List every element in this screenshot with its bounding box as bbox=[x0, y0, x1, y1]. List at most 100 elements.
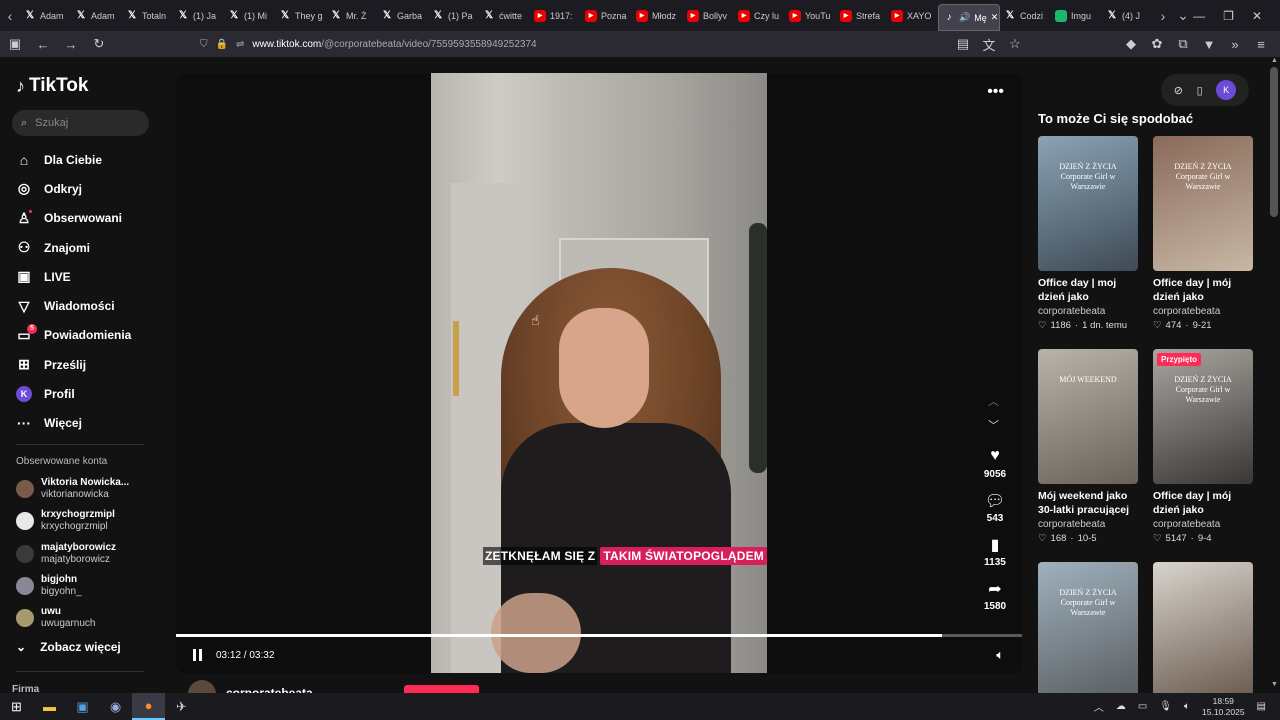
scroll-up-icon[interactable]: ▲ bbox=[1271, 57, 1278, 64]
save-button[interactable]: ▮ 1135 bbox=[984, 535, 1006, 579]
translate-icon[interactable]: 文 bbox=[982, 35, 996, 54]
reload-icon[interactable]: ↻ bbox=[92, 36, 106, 52]
sidebar-item-prześlij[interactable]: ⊞ Prześlij bbox=[16, 350, 156, 379]
tab[interactable]: 𝕏ćwitte bbox=[479, 0, 530, 31]
search-input[interactable]: ⌕ Szukaj bbox=[12, 110, 149, 136]
video-thumbnail[interactable]: MÓJ WEEKEND bbox=[1038, 349, 1138, 484]
tab[interactable]: 𝕏 Adam bbox=[20, 0, 71, 31]
tab[interactable]: Imgu bbox=[1051, 0, 1102, 31]
tab[interactable]: ▶ Młodz bbox=[632, 0, 683, 31]
recommendation-card[interactable]: DZIEŃ Z ŻYCIA Corporate Girl w Warszawie bbox=[1038, 562, 1138, 693]
share-button[interactable]: ➦ 1580 bbox=[984, 579, 1006, 623]
steam-icon[interactable]: ◉ bbox=[99, 693, 132, 720]
firefox-icon[interactable]: ● bbox=[132, 693, 165, 720]
forward-icon[interactable]: → bbox=[64, 37, 78, 52]
recommendation-card[interactable] bbox=[1153, 562, 1253, 693]
pocket-icon[interactable]: ▼ bbox=[1202, 37, 1216, 52]
sidebar-item-live[interactable]: ▣ LIVE bbox=[16, 262, 156, 291]
company-link[interactable]: Firma bbox=[12, 684, 39, 693]
author-avatar[interactable] bbox=[188, 679, 216, 693]
volume-icon[interactable]: 🔈︎ bbox=[996, 647, 1004, 663]
tab[interactable]: 𝕏 (1) Mi bbox=[224, 0, 275, 31]
tab-scroll-left-icon[interactable]: ‹ bbox=[0, 0, 20, 31]
microphone-icon[interactable]: 🎙︎ bbox=[1159, 701, 1172, 712]
coins-icon[interactable]: ⊘ bbox=[1174, 84, 1183, 97]
sidebar-item-wiadomości[interactable]: ▽ Wiadomości bbox=[16, 291, 156, 320]
tab-scroll-right-icon[interactable]: › bbox=[1153, 0, 1173, 31]
extensions-icon[interactable]: ⧉ bbox=[1176, 36, 1190, 52]
close-tab-icon[interactable]: ✕ bbox=[991, 12, 999, 23]
video-frame[interactable]: ZETKNĘŁAM SIĘ Z TAKIM ŚWIATOPOGLĄDEM bbox=[431, 73, 767, 673]
start-icon[interactable]: ⊞ bbox=[0, 693, 33, 720]
tab[interactable]: ▶ Bollyv bbox=[683, 0, 734, 31]
tab[interactable]: ▶ Strefa bbox=[836, 0, 887, 31]
tab[interactable]: 𝕏 Totaln bbox=[122, 0, 173, 31]
tab-active[interactable]: ♪ 🔊 Mę ✕ bbox=[938, 4, 1000, 31]
profile-avatar[interactable]: K bbox=[1216, 80, 1237, 100]
phone-app-icon[interactable]: ▯ bbox=[1197, 84, 1203, 97]
tiktok-logo[interactable]: ♪ TikTok bbox=[16, 75, 88, 97]
overflow-icon[interactable]: » bbox=[1228, 37, 1242, 52]
permissions-icon[interactable]: ⇌ bbox=[236, 39, 244, 50]
sidebar-item-powiadomienia[interactable]: ▭ 5 Powiadomienia bbox=[16, 321, 156, 350]
cloud-icon[interactable]: ☁ bbox=[1116, 701, 1126, 712]
comment-button[interactable]: 💬︎ 543 bbox=[985, 491, 1005, 535]
video-thumbnail[interactable]: DZIEŃ Z ŻYCIA Corporate Girl w Warszawie bbox=[1153, 136, 1253, 271]
followed-account[interactable]: bigjohn bigyohn_ bbox=[16, 570, 156, 602]
shield-icon[interactable]: ⛉ bbox=[200, 39, 208, 50]
app-icon[interactable]: ✈ bbox=[165, 693, 198, 720]
tab[interactable]: 𝕏 Adam bbox=[71, 0, 122, 31]
minimize-icon[interactable]: — bbox=[1193, 9, 1205, 23]
sidebar-item-odkryj[interactable]: ◎ Odkryj bbox=[16, 174, 156, 203]
tab[interactable]: 𝕏 Garba bbox=[377, 0, 428, 31]
close-window-icon[interactable]: ✕ bbox=[1252, 9, 1262, 23]
follow-button[interactable] bbox=[404, 685, 479, 693]
extension-icon[interactable]: ✿ bbox=[1150, 36, 1164, 52]
network-icon[interactable]: ▭ bbox=[1138, 701, 1147, 712]
bookmark-star-icon[interactable]: ☆ bbox=[1008, 36, 1022, 52]
video-progress-bar[interactable] bbox=[176, 634, 1022, 637]
pause-icon[interactable] bbox=[193, 649, 202, 661]
sidebar-item-znajomi[interactable]: ⚇ Znajomi bbox=[16, 233, 156, 262]
tab[interactable]: ▶ 1917: bbox=[530, 0, 581, 31]
video-thumbnail[interactable] bbox=[1153, 562, 1253, 693]
sidebar-item-więcej[interactable]: ··· Więcej bbox=[16, 409, 156, 438]
more-options-icon[interactable]: ••• bbox=[987, 83, 1004, 101]
video-thumbnail[interactable]: DZIEŃ Z ŻYCIA Corporate Girl w Warszawie bbox=[1038, 136, 1138, 271]
volume-tray-icon[interactable]: 🔈︎ bbox=[1184, 701, 1190, 712]
sidebar-item-profil[interactable]: K Profil bbox=[16, 379, 156, 408]
tab[interactable]: 𝕏 (4) J bbox=[1102, 0, 1153, 31]
sidebar-item-dla-ciebie[interactable]: ⌂ Dla Ciebie bbox=[16, 145, 156, 174]
page-scrollbar[interactable] bbox=[1270, 67, 1278, 217]
back-icon[interactable]: ← bbox=[36, 37, 50, 52]
recommendation-card[interactable]: DZIEŃ Z ŻYCIA Corporate Girl w Warszawie… bbox=[1038, 136, 1138, 331]
video-player[interactable]: ZETKNĘŁAM SIĘ Z TAKIM ŚWIATOPOGLĄDEM •••… bbox=[176, 73, 1022, 673]
vpn-icon[interactable]: ◆ bbox=[1124, 36, 1138, 52]
file-explorer-icon[interactable]: ▬ bbox=[33, 693, 66, 720]
tab[interactable]: 𝕏 Mr. Ż bbox=[326, 0, 377, 31]
video-thumbnail[interactable]: Przypięto DZIEŃ Z ŻYCIA Corporate Girl w … bbox=[1153, 349, 1253, 484]
tab[interactable]: ▶ Czy lu bbox=[734, 0, 785, 31]
notifications-tray-icon[interactable]: ▤ bbox=[1257, 701, 1266, 712]
tab[interactable]: 𝕏 Codzi bbox=[1000, 0, 1051, 31]
recommendation-card[interactable]: MÓJ WEEKEND Mój weekend jako 30-latki pra… bbox=[1038, 349, 1138, 544]
tray-expand-icon[interactable]: ︿ bbox=[1094, 699, 1104, 714]
tab[interactable]: 𝕏 (1) Pa bbox=[428, 0, 479, 31]
maximize-icon[interactable]: ❐ bbox=[1223, 9, 1234, 23]
previous-video-icon[interactable]: ︿ bbox=[988, 393, 999, 409]
followed-account[interactable]: Viktoria Nowicka... viktorianowicka bbox=[16, 473, 156, 505]
tab[interactable]: ▶ Pozna bbox=[581, 0, 632, 31]
tab[interactable]: ▶ YouTu bbox=[785, 0, 836, 31]
tab-list-menu-icon[interactable]: ⌄ bbox=[1173, 0, 1193, 31]
tab[interactable]: 𝕏 They g bbox=[275, 0, 326, 31]
clock[interactable]: 18:59 15.10.2025 bbox=[1202, 696, 1245, 718]
followed-account[interactable]: krxychogrzmipl krxychogrzmipl bbox=[16, 505, 156, 537]
author-username[interactable]: corporatebeata bbox=[226, 686, 313, 694]
video-thumbnail[interactable]: DZIEŃ Z ŻYCIA Corporate Girl w Warszawie bbox=[1038, 562, 1138, 693]
sidebar-item-obserwowani[interactable]: ♙ Obserwowani bbox=[16, 204, 156, 233]
recommendation-card[interactable]: Przypięto DZIEŃ Z ŻYCIA Corporate Girl w … bbox=[1153, 349, 1253, 544]
tab[interactable]: ▶ XAYO bbox=[887, 0, 938, 31]
like-button[interactable]: ♥ 9056 bbox=[984, 447, 1006, 491]
reader-view-icon[interactable]: ▤ bbox=[956, 36, 970, 52]
scroll-down-icon[interactable]: ▼ bbox=[1271, 681, 1278, 688]
